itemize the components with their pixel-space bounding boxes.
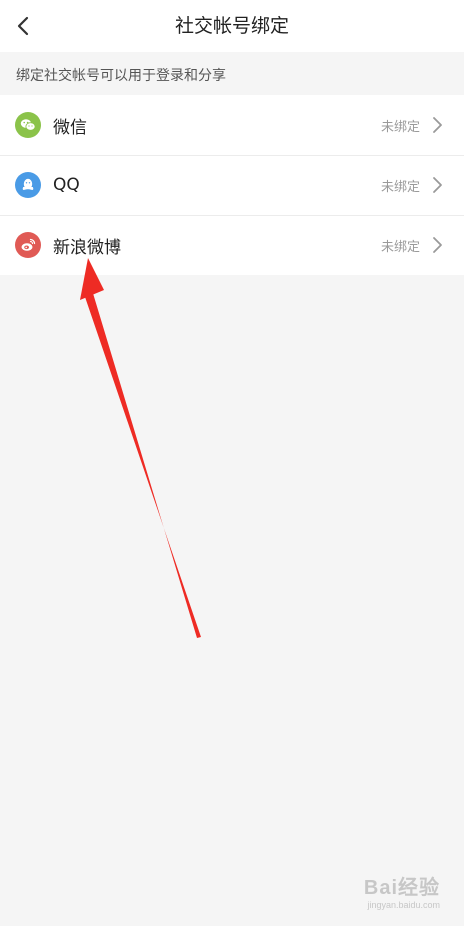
- chevron-right-icon: [428, 236, 446, 254]
- account-label: QQ: [53, 175, 80, 195]
- account-row-qq[interactable]: QQ 未绑定: [0, 155, 464, 215]
- chevron-right-icon: [428, 116, 446, 134]
- page-title: 社交帐号绑定: [174, 15, 289, 37]
- top-bar: 社交帐号绑定: [0, 0, 464, 52]
- back-button[interactable]: [8, 10, 40, 42]
- account-label: 微信: [53, 117, 87, 138]
- weibo-icon: [15, 232, 41, 258]
- chevron-left-icon: [17, 16, 29, 36]
- chevron-right-icon: [428, 176, 446, 194]
- watermark-url: jingyan.baidu.com: [367, 900, 440, 910]
- bind-status: 未绑定: [380, 239, 420, 255]
- bind-status: 未绑定: [380, 119, 420, 135]
- account-label: 新浪微博: [53, 237, 121, 258]
- wechat-icon: [15, 112, 41, 138]
- account-list: 微信 未绑定 QQ 未绑定 新浪微博 未绑定: [0, 95, 464, 275]
- watermark: Bai经验 jingyan.baidu.com: [364, 871, 440, 910]
- qq-icon: [15, 172, 41, 198]
- bind-status: 未绑定: [380, 179, 420, 195]
- account-row-weibo[interactable]: 新浪微博 未绑定: [0, 215, 464, 275]
- section-hint: 绑定社交帐号可以用于登录和分享: [16, 68, 226, 84]
- account-row-wechat[interactable]: 微信 未绑定: [0, 95, 464, 155]
- watermark-brand: Bai经验: [363, 877, 440, 899]
